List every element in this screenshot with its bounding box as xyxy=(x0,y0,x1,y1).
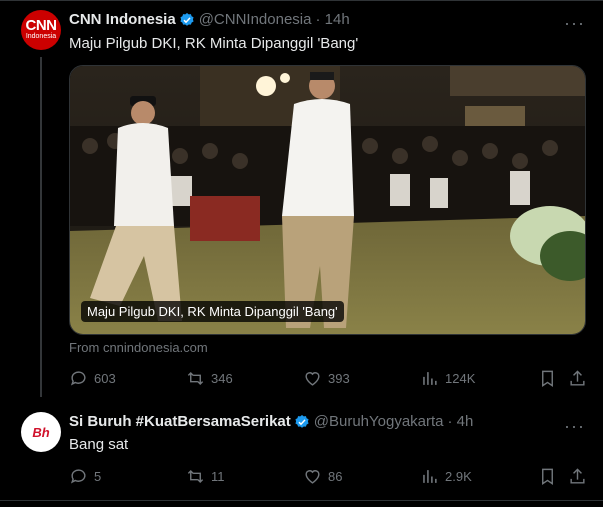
tweet2-reply-count: 5 xyxy=(94,469,102,484)
tweet2-action-bar: 5 11 86 2.9K xyxy=(69,467,589,487)
tweet2-timestamp[interactable]: · 4h xyxy=(448,413,474,430)
tweet1-link-card-image[interactable]: Maju Pilgub DKI, RK Minta Dipanggil 'Ban… xyxy=(69,65,586,335)
tweet1-like-count: 393 xyxy=(328,371,350,386)
repost-icon xyxy=(187,371,204,386)
cnn-logo-text: CNN xyxy=(25,16,58,34)
tweet1-media-caption: Maju Pilgub DKI, RK Minta Dipanggil 'Ban… xyxy=(81,301,344,322)
bookmark-icon xyxy=(542,370,553,387)
tweet1-like-button[interactable]: 393 xyxy=(303,369,350,388)
tweet2-views-button[interactable]: 2.9K xyxy=(420,467,472,486)
heart-icon xyxy=(305,470,320,484)
reply-icon xyxy=(70,371,86,386)
tweet1-repost-button[interactable]: 346 xyxy=(186,369,233,388)
tweet1-reply-button[interactable]: 603 xyxy=(69,369,116,388)
tweet1-bookmark-button[interactable] xyxy=(538,369,557,388)
thread-connector-line xyxy=(40,57,42,397)
tweet2-author-name[interactable]: Si Buruh #KuatBersamaSerikat xyxy=(69,413,291,430)
share-icon xyxy=(570,468,585,484)
cnn-avatar[interactable]: CNN Indonesia xyxy=(21,10,61,50)
more-icon[interactable]: ··· xyxy=(564,417,585,435)
verified-badge-icon xyxy=(180,12,194,26)
tweet1-author-name[interactable]: CNN Indonesia xyxy=(69,11,176,28)
views-icon xyxy=(423,372,437,385)
news-photo xyxy=(70,66,585,334)
more-icon[interactable]: ··· xyxy=(564,14,585,32)
tweet1-share-button[interactable] xyxy=(568,369,587,388)
bottom-divider xyxy=(0,500,603,501)
tweet1-view-count: 124K xyxy=(445,371,476,386)
tweet1-header: CNN Indonesia @CNNIndonesia · 14h xyxy=(69,11,350,28)
repost-icon xyxy=(187,469,204,484)
tweet2-view-count: 2.9K xyxy=(445,469,472,484)
verified-badge-icon xyxy=(295,414,309,428)
tweet1-views-button[interactable]: 124K xyxy=(420,369,475,388)
tweet2-like-button[interactable]: 86 xyxy=(303,467,342,486)
share-icon xyxy=(570,370,585,386)
tweet2-repost-button[interactable]: 11 xyxy=(186,467,225,486)
tweet2-text: Bang sat xyxy=(69,436,129,453)
tweet1-handle[interactable]: @CNNIndonesia xyxy=(199,11,312,28)
views-icon xyxy=(423,470,437,483)
tweet1-timestamp[interactable]: · 14h xyxy=(315,11,349,28)
tweet1-text: Maju Pilgub DKI, RK Minta Dipanggil 'Ban… xyxy=(69,35,359,52)
bookmark-icon xyxy=(542,468,553,485)
top-divider xyxy=(0,0,603,1)
tweet2-like-count: 86 xyxy=(328,469,343,484)
buruh-avatar[interactable]: Bh xyxy=(21,412,61,452)
tweet2-bookmark-button[interactable] xyxy=(538,467,557,486)
tweet1-repost-count: 346 xyxy=(211,371,233,386)
buruh-logo-text: Bh xyxy=(32,424,50,440)
reply-icon xyxy=(70,469,86,484)
tweet2-reply-button[interactable]: 5 xyxy=(69,467,101,486)
tweet2-share-button[interactable] xyxy=(568,467,587,486)
heart-icon xyxy=(305,372,320,386)
tweet2-handle[interactable]: @BuruhYogyakarta xyxy=(314,413,444,430)
cnn-logo-subtext: Indonesia xyxy=(25,32,57,40)
tweet2-header: Si Buruh #KuatBersamaSerikat @BuruhYogya… xyxy=(69,413,473,430)
tweet1-link-source[interactable]: From cnnindonesia.com xyxy=(69,340,208,355)
tweet1-reply-count: 603 xyxy=(94,371,116,386)
tweet2-repost-count: 11 xyxy=(211,469,225,484)
tweet1-action-bar: 603 346 393 124K xyxy=(69,369,589,389)
